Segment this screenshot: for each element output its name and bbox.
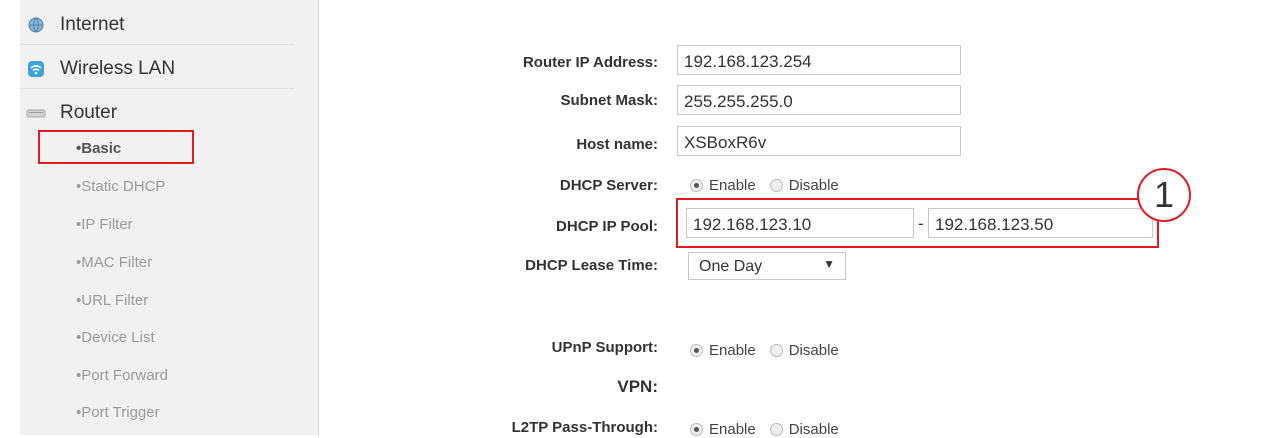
dhcp-lease-time-label: DHCP Lease Time:	[525, 257, 658, 274]
dhcp-server-label: DHCP Server:	[559, 177, 658, 194]
l2tp-enable-radio[interactable]	[690, 423, 703, 436]
sidebar-subitem-port-trigger[interactable]: •Port Trigger	[76, 404, 160, 421]
sidebar-item-label: Wireless LAN	[60, 58, 176, 79]
sidebar-subitem-ip-filter[interactable]: •IP Filter	[76, 216, 133, 233]
l2tp-disable-radio[interactable]	[769, 423, 783, 436]
router-icon	[26, 105, 46, 121]
l2tp-disable-label: Disable	[788, 421, 839, 438]
l2tp-enable-label: Enable	[709, 421, 756, 438]
router-ip-label: Router IP Address:	[522, 54, 658, 71]
subnet-mask-input[interactable]: 255.255.255.0	[677, 85, 961, 115]
host-name-input[interactable]: XSBoxR6v	[677, 126, 961, 156]
vpn-label: VPN:	[617, 377, 658, 396]
upnp-disable-radio[interactable]	[769, 344, 783, 357]
dhcp-ip-pool-label: DHCP IP Pool:	[556, 218, 658, 235]
annotation-marker: 1	[1137, 168, 1191, 222]
upnp-support-label: UPnP Support:	[551, 339, 658, 356]
wifi-icon	[26, 61, 46, 77]
dhcp-enable-label: Enable	[709, 177, 756, 194]
host-name-label: Host name:	[576, 136, 658, 153]
dhcp-enable-radio[interactable]	[690, 179, 703, 192]
subnet-mask-label: Subnet Mask:	[560, 92, 658, 109]
dhcp-disable-radio[interactable]	[769, 179, 783, 192]
sidebar-subitem-mac-filter[interactable]: •MAC Filter	[76, 254, 152, 271]
sidebar-subitem-static-dhcp[interactable]: •Static DHCP	[76, 178, 165, 195]
l2tp-pass-through-label: L2TP Pass-Through:	[511, 419, 658, 436]
upnp-disable-label: Disable	[788, 342, 839, 359]
dhcp-pool-highlight-box	[676, 198, 1159, 248]
router-ip-input[interactable]: 192.168.123.254	[677, 45, 961, 75]
sidebar: Internet Wireless LAN Router •Basic •Sta…	[20, 0, 319, 435]
sidebar-item-wireless-lan[interactable]: Wireless LAN	[20, 50, 294, 89]
upnp-enable-label: Enable	[709, 342, 756, 359]
dhcp-server-radio-group: Enable Disable	[690, 177, 839, 194]
dropdown-arrow-icon: ▼	[823, 257, 835, 271]
sidebar-item-router[interactable]: Router	[20, 94, 294, 132]
sidebar-subitem-port-forward[interactable]: •Port Forward	[76, 367, 168, 384]
sidebar-item-internet[interactable]: Internet	[20, 6, 294, 45]
upnp-enable-radio[interactable]	[690, 344, 703, 357]
dhcp-disable-label: Disable	[788, 177, 839, 194]
sidebar-subitem-url-filter[interactable]: •URL Filter	[76, 292, 148, 309]
l2tp-radio-group: Enable Disable	[690, 421, 839, 438]
sidebar-subitem-device-list[interactable]: •Device List	[76, 329, 155, 346]
lease-time-value: One Day	[699, 258, 763, 275]
sidebar-item-label: Internet	[60, 14, 125, 35]
basic-highlight-box	[38, 130, 194, 164]
lease-time-select[interactable]: One Day ▼	[688, 252, 846, 280]
globe-icon	[26, 17, 46, 33]
sidebar-item-label: Router	[60, 102, 118, 123]
upnp-radio-group: Enable Disable	[690, 342, 839, 359]
